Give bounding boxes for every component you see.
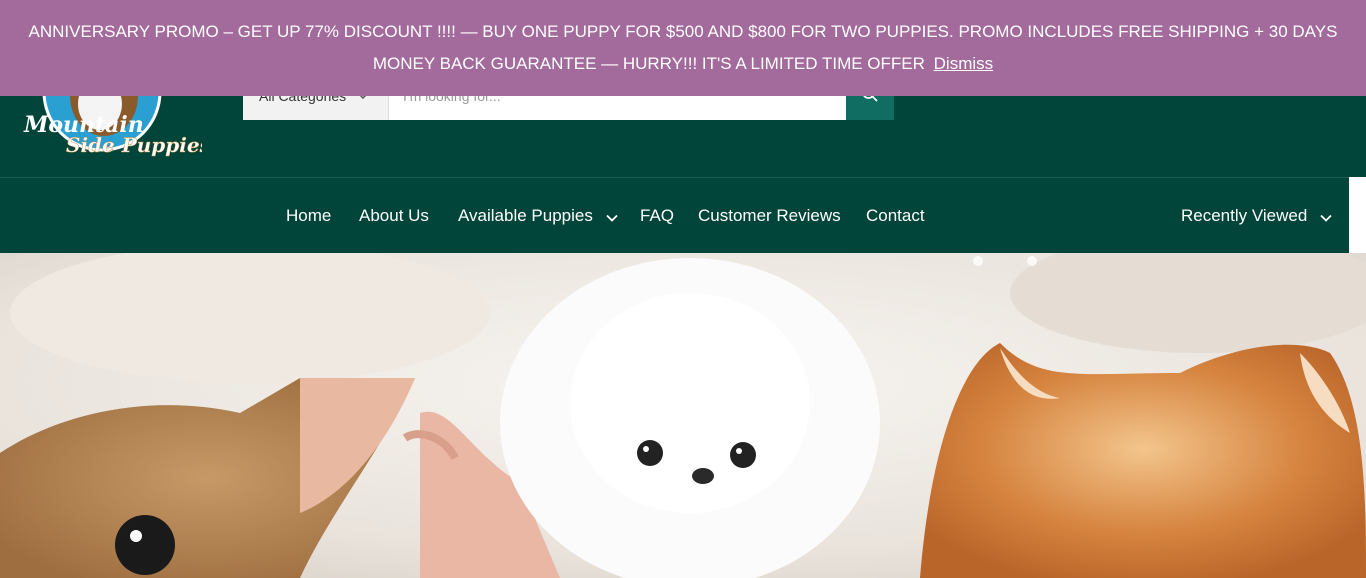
main-navigation: Home About Us Available Puppies FAQ Cust… xyxy=(0,177,1366,272)
dismiss-link[interactable]: Dismiss xyxy=(934,54,994,73)
logo-text-line2: Side Puppies xyxy=(66,133,202,157)
nav-item-label: About Us xyxy=(359,206,429,225)
nav-item-contact[interactable]: Contact xyxy=(866,178,925,253)
chevron-down-icon xyxy=(605,179,618,254)
nav-item-faq[interactable]: FAQ xyxy=(640,178,674,253)
nav-item-customer-reviews[interactable]: Customer Reviews xyxy=(698,178,841,253)
nav-item-label: Home xyxy=(286,206,332,225)
promo-banner: ANNIVERSARY PROMO – GET UP 77% DISCOUNT … xyxy=(0,0,1366,96)
recently-viewed-label: Recently Viewed xyxy=(1181,206,1308,225)
nav-item-available-puppies[interactable]: Available Puppies xyxy=(458,178,618,253)
nav-item-label: Customer Reviews xyxy=(698,206,841,225)
hero-banner-image xyxy=(0,253,1366,578)
nav-item-label: FAQ xyxy=(640,206,675,225)
chevron-down-icon xyxy=(1320,179,1332,254)
nav-item-label: Contact xyxy=(866,206,925,225)
recently-viewed-toggle[interactable]: Recently Viewed xyxy=(1181,178,1332,253)
nav-item-label: Available Puppies xyxy=(458,206,593,225)
nav-item-about-us[interactable]: About Us xyxy=(359,178,429,253)
promo-text: ANNIVERSARY PROMO – GET UP 77% DISCOUNT … xyxy=(28,22,1338,73)
sidebar-tab[interactable] xyxy=(1349,177,1366,253)
nav-item-home[interactable]: Home xyxy=(286,178,332,272)
